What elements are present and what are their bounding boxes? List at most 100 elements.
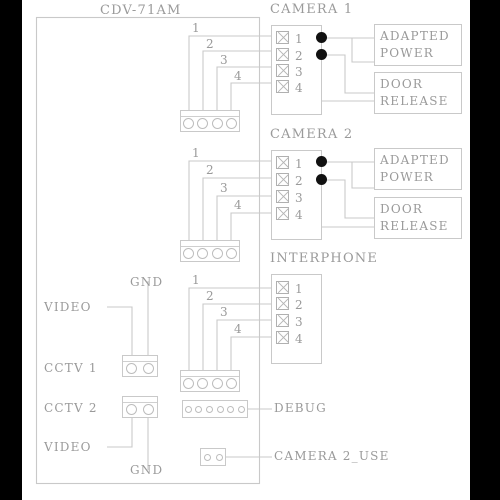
cctv-2-gnd-label: GND: [130, 463, 164, 477]
cctv-2-label: CCTV 2: [44, 401, 98, 415]
debug-pin: [216, 405, 224, 413]
camera-2-pin-label-3: 3: [295, 191, 304, 205]
debug-pin: [238, 405, 246, 413]
camera-1-door-release-line2: RELEASE: [380, 94, 449, 109]
cctv-2-pin-video: [126, 404, 137, 415]
camera-1-wire-number-3: 3: [220, 53, 229, 67]
connector-pin: [211, 248, 223, 259]
cctv-2-video-label: VIDEO: [44, 440, 92, 454]
connector-pin: [182, 248, 194, 259]
camera-1-wire-number-2: 2: [206, 37, 215, 51]
connector-bar: [123, 356, 157, 362]
section-heading-interphone: INTERPHONE: [270, 251, 379, 266]
camera-1-pin-label-4: 4: [295, 81, 304, 95]
interphone-wire-number-3: 3: [220, 305, 229, 319]
cctv-1-label: CCTV 1: [44, 361, 98, 375]
camera-1-pin-label-3: 3: [295, 65, 304, 79]
interphone-screw-terminal-3[interactable]: [276, 314, 289, 327]
camera-2-use-label: CAMERA 2_USE: [274, 449, 390, 463]
interphone-pin-label-4: 4: [295, 332, 304, 346]
camera-1-screw-terminal-2[interactable]: [276, 48, 289, 61]
connector-pin: [197, 118, 209, 129]
camera-1-junction-dot-release: [316, 49, 327, 60]
camera-2-adapted-power-line1: ADAPTED: [380, 153, 450, 167]
connector-pin: [197, 378, 209, 389]
camera-2-wire-number-3: 3: [220, 181, 229, 195]
camera-1-door-release-line1: DOOR: [380, 77, 424, 91]
camera-2-screw-terminal-1[interactable]: [276, 156, 289, 169]
connector-pin: [182, 118, 194, 129]
camera-1-adapted-power-box: ADAPTED POWER: [374, 24, 462, 66]
camera-1-wire-number-1: 1: [192, 21, 201, 35]
interphone-pin-label-3: 3: [295, 315, 304, 329]
debug-label: DEBUG: [274, 401, 327, 415]
camera-1-adapted-power-line1: ADAPTED: [380, 29, 450, 43]
camera-1-screw-terminal-1[interactable]: [276, 31, 289, 44]
camera-1-door-release-box: DOOR RELEASE: [374, 72, 462, 114]
camera-1-adapted-power-line2: POWER: [380, 46, 435, 61]
interphone-wire-number-4: 4: [234, 322, 243, 336]
interphone-screw-terminal-1[interactable]: [276, 281, 289, 294]
camera-1-pin-label-1: 1: [295, 32, 304, 46]
camera-2-wire-number-2: 2: [206, 163, 215, 177]
interphone-screw-terminal-2[interactable]: [276, 297, 289, 310]
debug-header-connector[interactable]: [182, 400, 248, 418]
camera-2-junction-dot-power: [316, 156, 327, 167]
cctv-2-connector[interactable]: [122, 396, 158, 418]
debug-pin: [195, 405, 203, 413]
camera-2-board-connector[interactable]: [180, 240, 240, 262]
camera-2-door-release-box: DOOR RELEASE: [374, 197, 462, 239]
camera-1-pin-label-2: 2: [295, 49, 304, 63]
connector-bar: [181, 371, 239, 377]
connector-pin: [226, 118, 238, 129]
camera-1-junction-dot-power: [316, 32, 327, 43]
camera-1-wire-number-4: 4: [234, 69, 243, 83]
connector-pin: [211, 378, 223, 389]
camera-2-wire-number-4: 4: [234, 198, 243, 212]
interphone-wire-number-2: 2: [206, 289, 215, 303]
camera-2-pin-label-1: 1: [295, 157, 304, 171]
section-heading-camera-2: CAMERA 2: [270, 127, 354, 142]
camera-2-pin-label-4: 4: [295, 208, 304, 222]
camera-2-use-pin: [215, 453, 223, 461]
camera-2-use-header-connector[interactable]: [200, 448, 226, 466]
camera-1-screw-terminal-4[interactable]: [276, 80, 289, 93]
interphone-wire-number-1: 1: [192, 273, 201, 287]
interphone-board-connector[interactable]: [180, 370, 240, 392]
camera-2-pin-label-2: 2: [295, 174, 304, 188]
interphone-pin-label-1: 1: [295, 282, 304, 296]
connector-bar: [181, 241, 239, 247]
camera-2-screw-terminal-3[interactable]: [276, 190, 289, 203]
camera-2-screw-terminal-4[interactable]: [276, 207, 289, 220]
connector-pin: [211, 118, 223, 129]
camera-1-screw-terminal-3[interactable]: [276, 64, 289, 77]
connector-pin: [226, 378, 238, 389]
section-heading-camera-1: CAMERA 1: [270, 2, 354, 17]
debug-pin: [184, 405, 192, 413]
camera-2-wire-number-1: 1: [192, 146, 201, 160]
connector-bar: [181, 111, 239, 117]
camera-2-adapted-power-line2: POWER: [380, 170, 435, 185]
cctv-1-pin-gnd: [143, 363, 154, 374]
cctv-2-pin-gnd: [143, 404, 154, 415]
camera-2-adapted-power-box: ADAPTED POWER: [374, 148, 462, 190]
camera-2-use-pin: [203, 453, 211, 461]
connector-pin: [226, 248, 238, 259]
interphone-pin-label-2: 2: [295, 298, 304, 312]
cctv-1-video-label: VIDEO: [44, 300, 92, 314]
connector-bar: [123, 397, 157, 403]
page-title: CDV-71AM: [100, 3, 182, 18]
debug-pin: [227, 405, 235, 413]
connector-pin: [197, 248, 209, 259]
camera-2-door-release-line1: DOOR: [380, 202, 424, 216]
camera-2-door-release-line2: RELEASE: [380, 219, 449, 234]
cctv-1-gnd-label: GND: [130, 275, 164, 289]
camera-2-screw-terminal-2[interactable]: [276, 173, 289, 186]
interphone-screw-terminal-4[interactable]: [276, 331, 289, 344]
diagram-stage: CDV-71AM CAMERA 1 1 2 3 4 ADAPTED POWER …: [0, 0, 500, 500]
camera-2-junction-dot-release: [316, 174, 327, 185]
connector-pin: [182, 378, 194, 389]
cctv-1-pin-video: [126, 363, 137, 374]
camera-1-board-connector[interactable]: [180, 110, 240, 132]
cctv-1-connector[interactable]: [122, 355, 158, 377]
